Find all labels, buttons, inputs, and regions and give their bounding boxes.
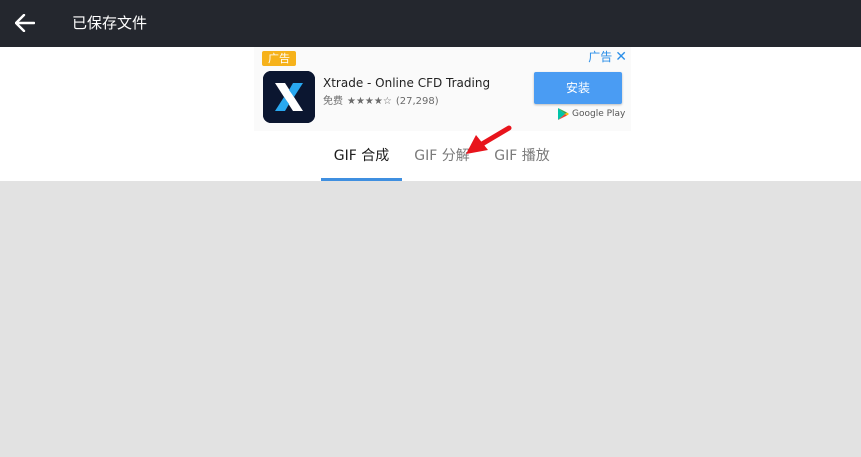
rating-count: (27,298) (395, 96, 439, 107)
app-bar: 已保存文件 (0, 0, 861, 47)
tab-gif-compose[interactable]: GIF 合成 (321, 131, 402, 181)
google-play-icon (558, 108, 569, 120)
close-icon[interactable]: ✕ (615, 49, 627, 65)
tab-bar: GIF 合成 GIF 分解 GIF 播放 (0, 131, 861, 181)
back-button[interactable] (8, 6, 42, 40)
google-play-badge[interactable]: Google Play (558, 108, 625, 120)
app-logo-icon[interactable] (263, 71, 315, 123)
empty-content-area (0, 181, 861, 457)
google-play-label: Google Play (572, 109, 626, 119)
ad-app-name[interactable]: Xtrade - Online CFD Trading (323, 75, 490, 91)
rating-stars-icon: ★★★★☆ (347, 96, 392, 107)
pointer-arrow-icon (466, 125, 512, 154)
ad-choices[interactable]: 广告 ✕ (588, 49, 627, 65)
install-button[interactable]: 安装 (534, 72, 622, 104)
ad-price: 免费 (323, 96, 343, 107)
ad-banner[interactable]: 广告 广告 ✕ Xtrade - Online CFD Trading 免费 ★… (254, 47, 631, 131)
ad-app-meta: 免费 ★★★★☆ (27,298) (323, 95, 439, 109)
back-arrow-icon (15, 14, 35, 32)
ad-badge: 广告 (262, 51, 296, 66)
ad-corner-label: 广告 (588, 50, 613, 64)
page-title: 已保存文件 (72, 14, 148, 32)
